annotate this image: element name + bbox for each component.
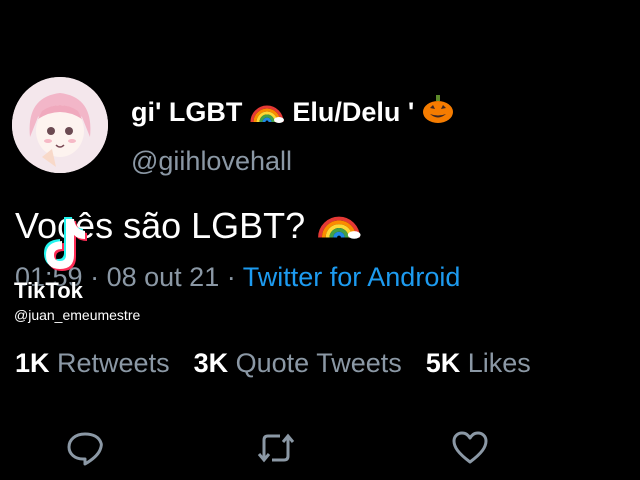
like-icon [452,431,488,464]
tiktok-username: @juan_emeumestre [14,307,141,323]
rainbow-icon [250,94,285,131]
reply-button[interactable] [65,430,105,466]
tiktok-logo-icon [44,217,87,271]
retweets-stat[interactable]: 1K Retweets [15,348,170,379]
display-name: gi' LGBT [131,97,243,127]
likes-count: 5K [425,348,461,378]
quotes-count: 3K [193,348,229,378]
author-name[interactable]: gi' LGBT Elu/Delu ' [131,94,454,131]
tweet-stats: 1K Retweets 3K Quote Tweets 5K Likes [15,348,531,379]
tiktok-watermark: TikTok @juan_emeumestre [12,215,212,325]
reply-icon [67,432,103,466]
retweet-icon [257,433,295,463]
quotes-stat[interactable]: 3K Quote Tweets [194,348,402,379]
like-button[interactable] [450,430,490,466]
action-bar [0,415,640,475]
quotes-label: Quote Tweets [235,348,402,378]
pronouns: Elu/Delu ' [292,97,415,127]
retweet-button[interactable] [256,430,296,466]
likes-stat[interactable]: 5K Likes [426,348,531,379]
tweet-source[interactable]: Twitter for Android [243,262,461,292]
likes-label: Likes [467,348,531,378]
rainbow-icon [317,202,361,249]
meta-separator: · [226,262,236,292]
anime-girl-avatar-icon [12,77,108,173]
pumpkin-icon [422,94,454,131]
author-handle[interactable]: @giihlovehall [131,146,292,177]
retweets-label: Retweets [57,348,170,378]
retweets-count: 1K [15,348,50,378]
tiktok-brand: TikTok [14,278,83,303]
avatar[interactable] [12,77,108,173]
